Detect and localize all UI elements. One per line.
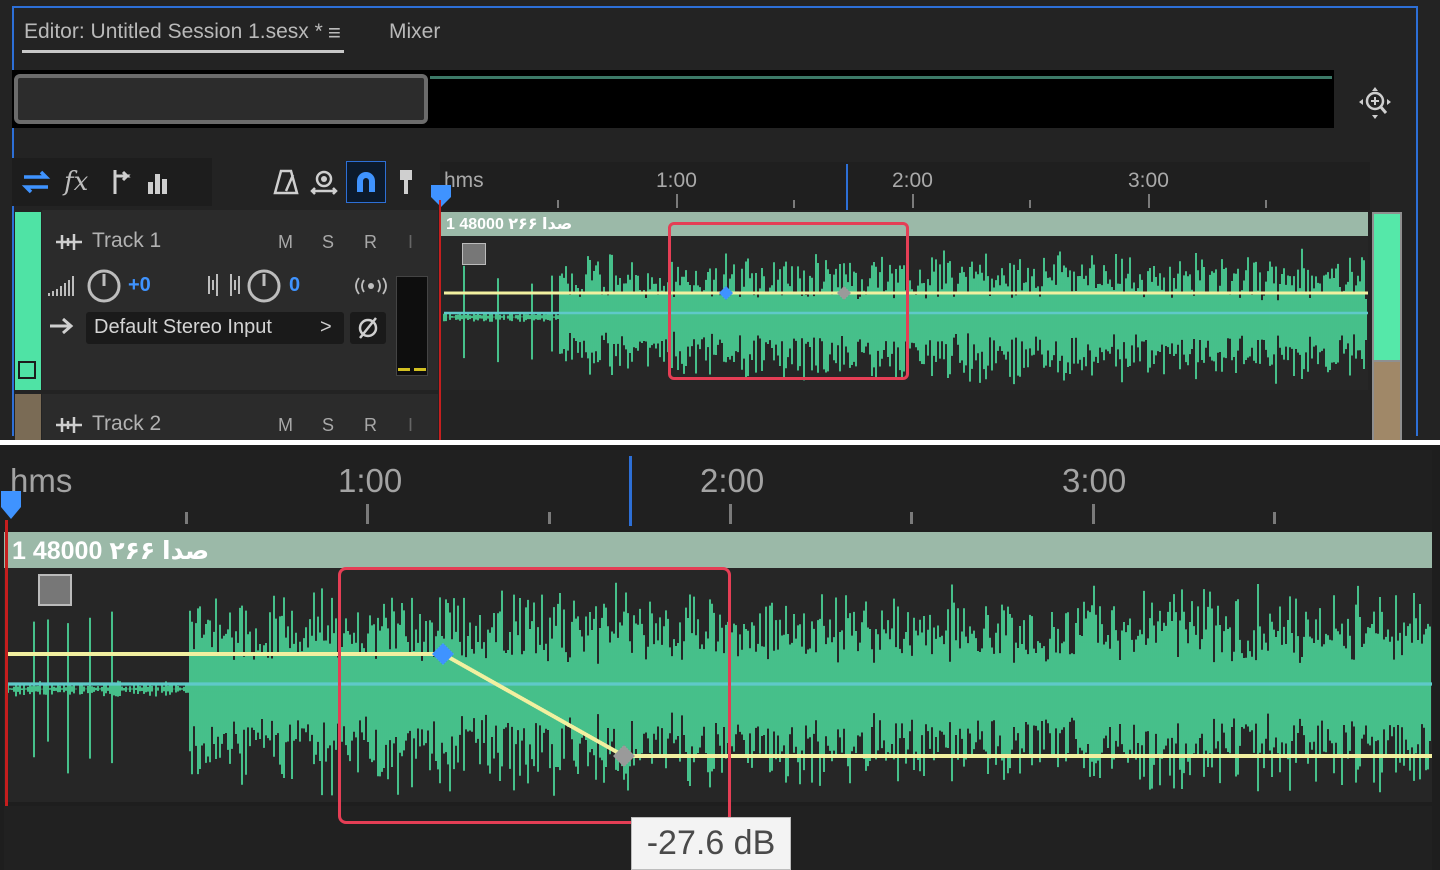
ruler-tick	[366, 504, 369, 524]
navigator-track-line	[430, 76, 1332, 79]
scrollbar-track-lower	[1374, 362, 1400, 440]
meter-peak-left	[398, 368, 410, 371]
playhead-handle-icon[interactable]	[0, 490, 22, 520]
pan-knob-icon[interactable]	[246, 268, 282, 304]
track2-color-strip	[15, 394, 41, 440]
clip-title-bar-zoomed[interactable]	[4, 532, 1432, 568]
ruler-tick	[910, 512, 913, 524]
ruler-tick	[1148, 194, 1150, 208]
eq-bars-icon[interactable]	[138, 161, 178, 203]
playhead[interactable]	[439, 200, 441, 440]
track-waveform-icon	[54, 232, 84, 252]
ruler-tick	[548, 512, 551, 524]
track2-solo-button[interactable]: S	[322, 415, 334, 436]
track-waveform-icon	[54, 415, 84, 435]
ruler-tick	[729, 504, 732, 524]
ruler-mark-3-zoomed: 3:00	[1062, 462, 1127, 499]
ruler-tick	[1273, 512, 1276, 524]
track1-input-monitor-button[interactable]: I	[408, 232, 413, 253]
ruler-mark-3: 3:00	[1128, 169, 1169, 192]
swap-arrows-icon[interactable]	[16, 161, 56, 203]
panel-menu-icon[interactable]: ≡	[328, 20, 341, 46]
editor-tab[interactable]: Editor: Untitled Session 1.sesx *	[24, 20, 323, 44]
ruler-mark-1: 1:00	[656, 169, 697, 192]
track1-record-button[interactable]: R	[364, 232, 377, 253]
ruler-tick	[557, 200, 559, 208]
svg-text:fx: fx	[62, 167, 89, 197]
clip-title-zoomed: 1 48000 ۲۶۶ صدا	[12, 537, 210, 565]
clip-fx-badge-icon[interactable]	[38, 574, 72, 606]
track1-volume-value[interactable]: +0	[128, 274, 151, 297]
input-arrow-icon	[48, 316, 76, 336]
track1-mute-button[interactable]: M	[278, 232, 293, 253]
track2-name[interactable]: Track 2	[92, 412, 161, 436]
track2-mute-button[interactable]: M	[278, 415, 293, 436]
track1-level-meter	[396, 276, 428, 376]
playhead-handle-icon[interactable]	[430, 184, 452, 208]
zoom-to-fit-icon[interactable]	[1356, 84, 1394, 122]
sends-icon[interactable]	[99, 161, 139, 203]
ruler-tick	[793, 200, 795, 208]
track1-select-checkbox[interactable]	[18, 361, 36, 379]
marker-pin-icon[interactable]	[386, 161, 426, 203]
volume-icon	[46, 270, 78, 298]
loop-record-icon[interactable]	[304, 161, 344, 203]
ruler-tick	[185, 512, 188, 524]
highlight-box	[668, 222, 909, 380]
scrollbar-thumb[interactable]	[1374, 214, 1400, 360]
view-end-marker	[629, 456, 632, 526]
track2-record-button[interactable]: R	[364, 415, 377, 436]
ruler-mark-2: 2:00	[892, 169, 933, 192]
track1-solo-button[interactable]: S	[322, 232, 334, 253]
highlight-box-zoomed	[338, 567, 731, 824]
view-end-marker	[846, 164, 848, 210]
meter-peak-right	[414, 368, 426, 371]
track1-name[interactable]: Track 1	[92, 229, 161, 253]
track2-input-monitor-button[interactable]: I	[408, 415, 413, 436]
ruler-tick	[676, 194, 678, 208]
keyframe-value-tooltip: -27.6 dB	[631, 817, 791, 870]
ruler-tick	[1092, 504, 1095, 524]
fx-icon[interactable]: fx	[58, 161, 98, 203]
clip-title: 1 48000 ۲۶۶ صدا	[446, 216, 573, 233]
mixer-tab[interactable]: Mixer	[389, 20, 440, 44]
ruler-mark-2-zoomed: 2:00	[700, 462, 765, 499]
navigator-handle[interactable]	[14, 74, 428, 124]
input-chevron-right-icon[interactable]: >	[320, 316, 332, 339]
clip-fx-badge-icon[interactable]	[462, 243, 486, 265]
ruler-tick	[1029, 200, 1031, 208]
ruler-tick	[912, 194, 914, 208]
phase-invert-icon[interactable]	[350, 312, 386, 344]
track1-input-label: Default Stereo Input	[94, 316, 272, 338]
stereo-icon[interactable]	[354, 276, 388, 296]
volume-knob-icon[interactable]	[86, 268, 122, 304]
metronome-icon[interactable]	[266, 161, 306, 203]
track1-pan-value[interactable]: 0	[289, 274, 300, 297]
editor-tab-underline	[22, 50, 344, 53]
ruler-mark-1-zoomed: 1:00	[338, 462, 403, 499]
ruler-tick	[1265, 200, 1267, 208]
pan-icon	[206, 270, 242, 298]
snap-magnet-icon[interactable]	[346, 161, 386, 203]
